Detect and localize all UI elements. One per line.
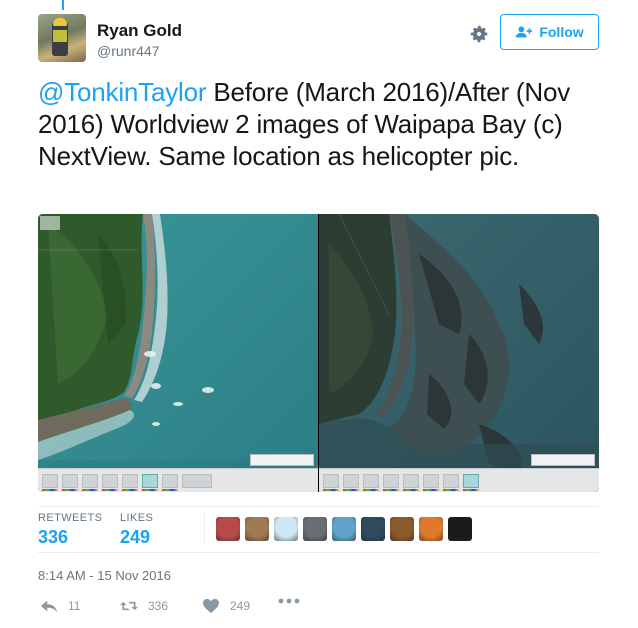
like-count: 249	[230, 599, 251, 613]
avatar-vest	[53, 30, 67, 42]
reply-action[interactable]: 11	[40, 598, 80, 614]
before-satellite-image	[38, 214, 318, 492]
retweets-count: 336	[38, 527, 69, 547]
after-image-thumbnail-strip	[319, 468, 599, 492]
user-handle[interactable]: @runr447	[97, 43, 159, 59]
like-action[interactable]: 249	[202, 598, 250, 614]
before-image-drawing	[38, 214, 318, 492]
conversation-thread-line	[62, 0, 64, 10]
stats-top-divider	[38, 506, 599, 507]
after-image-drawing	[319, 214, 599, 492]
liker-avatar-7[interactable]	[390, 517, 414, 541]
liker-avatar-5[interactable]	[332, 517, 356, 541]
more-action[interactable]	[278, 598, 300, 604]
liker-avatar-4[interactable]	[303, 517, 327, 541]
heart-icon	[203, 598, 219, 614]
user-avatar[interactable]	[38, 14, 86, 62]
liker-avatar-8[interactable]	[419, 517, 443, 541]
after-satellite-image	[319, 214, 599, 492]
stats-avatar-separator	[204, 514, 205, 544]
likes-label: LIKES	[120, 512, 154, 524]
stats-bottom-divider	[38, 552, 599, 553]
retweet-count: 336	[148, 599, 169, 613]
follow-button[interactable]: Follow	[500, 14, 599, 50]
liker-avatars	[216, 517, 472, 541]
before-image-thumbnail-strip	[38, 468, 318, 492]
retweets-stat[interactable]: RETWEETS 336	[38, 512, 102, 548]
tweet-media-image[interactable]	[38, 214, 599, 492]
more-dots-icon	[278, 598, 300, 604]
follow-button-label: Follow	[539, 24, 584, 40]
before-image-panel-corner	[40, 216, 60, 230]
after-image-selector-box	[531, 454, 595, 466]
liker-avatar-6[interactable]	[361, 517, 385, 541]
liker-avatar-9[interactable]	[448, 517, 472, 541]
liker-avatar-3[interactable]	[274, 517, 298, 541]
tweet-text: @TonkinTaylor Before (March 2016)/After …	[38, 76, 600, 172]
liker-avatar-1[interactable]	[216, 517, 240, 541]
avatar-hard-hat	[53, 18, 67, 26]
likes-stat[interactable]: LIKES 249	[120, 512, 153, 548]
before-image-selector-box	[250, 454, 314, 466]
user-display-name[interactable]: Ryan Gold	[97, 21, 182, 41]
reply-icon	[40, 600, 58, 613]
tweet-header: Ryan Gold @runr447 Follow	[38, 14, 600, 64]
retweet-action[interactable]: 336	[120, 598, 168, 614]
retweet-icon	[120, 601, 138, 611]
reply-count: 11	[68, 599, 81, 613]
add-person-icon	[516, 26, 533, 38]
retweets-label: RETWEETS	[38, 512, 103, 524]
tweet-timestamp[interactable]: 8:14 AM - 15 Nov 2016	[38, 568, 171, 583]
tweet-mention-link[interactable]: @TonkinTaylor	[38, 77, 207, 107]
likes-count: 249	[120, 527, 151, 547]
liker-avatar-2[interactable]	[245, 517, 269, 541]
gear-icon[interactable]	[468, 23, 490, 45]
